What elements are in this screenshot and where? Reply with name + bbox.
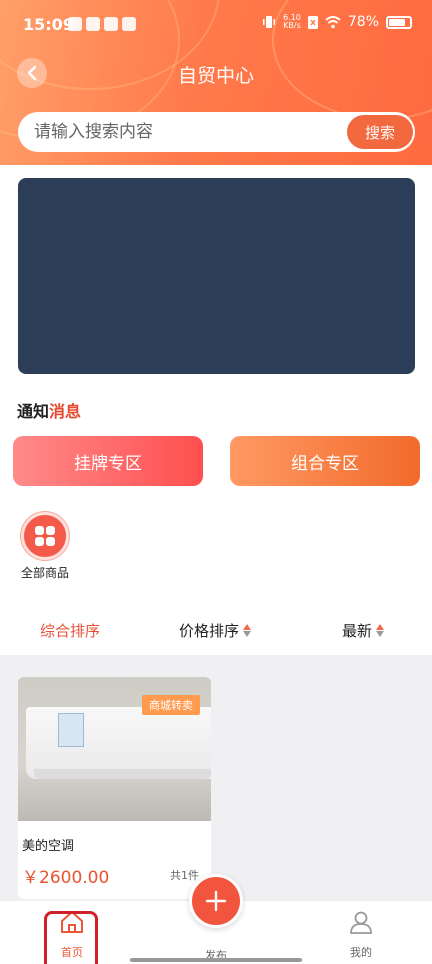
product-tag: 商城转卖 [142, 695, 200, 715]
vibrate-icon [263, 16, 276, 28]
product-name: 美的空调 [22, 839, 75, 854]
search-input[interactable] [34, 120, 334, 144]
home-indicator [130, 958, 302, 962]
user-icon [350, 911, 372, 934]
sort-newest[interactable]: 最新 [342, 620, 385, 641]
app-icon [86, 17, 100, 31]
tab-mine[interactable]: 我的 [331, 909, 391, 960]
product-price: ￥2600.00 [22, 868, 110, 888]
all-goods-label: 全部商品 [20, 566, 69, 580]
fan-icon [122, 17, 136, 31]
search-bar: 搜索 [18, 112, 415, 152]
sim-icon [307, 15, 318, 29]
product-card[interactable]: 商城转卖 美的空调 ￥2600.00 共1件 [18, 677, 211, 899]
sort-comprehensive[interactable]: 综合排序 [40, 620, 100, 641]
tiktok-icon [68, 17, 82, 31]
status-time: 15:09 [23, 15, 74, 34]
grid-icon [21, 512, 69, 560]
product-count: 共1件 [170, 869, 199, 882]
page-title: 自贸中心 [177, 65, 254, 87]
more-icon [104, 17, 118, 31]
sort-price[interactable]: 价格排序 [179, 620, 252, 641]
all-goods-category[interactable]: 全部商品 [16, 512, 74, 581]
search-button[interactable]: 搜索 [347, 115, 413, 149]
header: 15:09 6.10 KB/s 78% 自贸中心 搜索 [0, 0, 432, 165]
banner[interactable] [18, 178, 415, 374]
sort-arrows-icon [243, 624, 252, 637]
network-speed: 6.10 KB/s [283, 13, 301, 30]
battery-level: 78% [347, 14, 379, 30]
status-bar: 15:09 6.10 KB/s 78% [0, 0, 432, 50]
sort-arrows-icon [376, 624, 385, 637]
battery-icon [386, 15, 412, 29]
plus-icon [205, 890, 227, 912]
notice-title: 通知消息 [17, 402, 82, 421]
status-right: 6.10 KB/s 78% [262, 14, 412, 30]
notification-icons [68, 17, 136, 31]
bundle-zone-button[interactable]: 组合专区 [230, 436, 420, 486]
wifi-icon [325, 15, 341, 28]
tab-home[interactable]: 首页 [42, 909, 102, 964]
listing-zone-button[interactable]: 挂牌专区 [13, 436, 203, 486]
publish-fab-button[interactable] [189, 874, 243, 928]
